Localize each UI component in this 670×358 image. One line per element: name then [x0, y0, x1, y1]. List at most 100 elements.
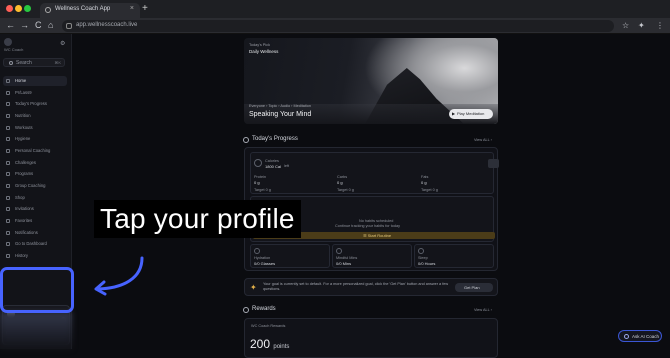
macro-value: 0 g — [421, 180, 427, 185]
tutorial-tooltip: Tap your profile — [94, 200, 301, 238]
search-placeholder: Search — [16, 60, 32, 66]
nav-item-icon — [6, 242, 10, 246]
bell-icon[interactable]: ⚙ — [60, 40, 65, 47]
search-icon — [9, 61, 13, 65]
progress-icon — [243, 137, 249, 143]
url-text: app.wellnesscoach.live — [76, 22, 138, 28]
site-info-icon[interactable] — [66, 23, 72, 29]
sidebar-item-challenges[interactable]: Challenges — [3, 158, 67, 168]
new-tab-button[interactable]: + — [142, 3, 148, 14]
habit-hint: Continue tracking your habits for today — [335, 224, 401, 228]
extensions-icon[interactable]: ✦ — [638, 21, 645, 30]
sidebar-item-label: Pr/Lass9 — [15, 90, 32, 95]
sidebar-item-label: Notifications — [15, 230, 38, 235]
sidebar-item-label: Home — [15, 78, 27, 83]
sidebar-item-history[interactable]: History — [3, 251, 67, 261]
nav-item-icon — [6, 91, 10, 95]
back-button[interactable]: ← — [6, 20, 15, 30]
tab-close-button[interactable]: × — [130, 5, 134, 12]
progress-view-all-link[interactable]: View ALL › — [474, 138, 492, 142]
nav-item-icon — [6, 161, 10, 165]
sparkle-icon — [624, 334, 629, 339]
nav-item-icon — [6, 207, 10, 211]
calories-ring — [254, 159, 262, 167]
mindful-icon — [336, 248, 342, 254]
stat-value: 0/0 Mins — [336, 261, 352, 266]
close-window-button[interactable] — [6, 5, 13, 12]
maximize-window-button[interactable] — [24, 5, 31, 12]
mindful-stat[interactable]: Mindful Mins 0/0 Mins — [332, 244, 412, 268]
play-icon: ▶ — [452, 111, 456, 116]
nav-item-icon — [6, 231, 10, 235]
points-unit: points — [273, 344, 290, 350]
rewards-card[interactable]: WC Coach Rewards 200 points — [244, 318, 498, 358]
nav-item-icon — [6, 254, 10, 258]
app-logo[interactable] — [4, 38, 12, 46]
sidebar-item-label: Favorites — [15, 218, 33, 223]
calories-suffix: left — [284, 164, 290, 168]
get-plan-button[interactable]: Get Plan — [455, 283, 493, 292]
ask-ai-coach-button[interactable]: Ask AI Coach — [618, 330, 662, 342]
nav-item-icon — [6, 79, 10, 83]
profile-highlight — [0, 267, 74, 313]
progress-section-title: Today's Progress — [252, 136, 298, 142]
sidebar-item-programs[interactable]: Programs — [3, 169, 67, 179]
search-input[interactable]: Search ⌘K — [3, 58, 65, 67]
tab-title: Wellness Coach App — [55, 6, 111, 12]
nav-item-icon — [6, 114, 10, 118]
reload-button[interactable]: C — [35, 20, 42, 30]
nav-item-icon — [6, 102, 10, 106]
breadcrumb: Everyone › Topic › Audio › Meditation — [249, 104, 311, 108]
sidebar-item-today-s-progress[interactable]: Today's Progress — [3, 99, 67, 109]
hydration-stat[interactable]: Hydration 0/0 Glasses — [250, 244, 330, 268]
brand-name: WC Coach — [4, 47, 24, 52]
macro-value: 0 g — [337, 180, 343, 185]
sidebar-item-go-to-dashboard[interactable]: Go to Dashboard — [3, 239, 67, 249]
globe-icon — [45, 7, 51, 13]
rewards-view-all-link[interactable]: View ALL › — [474, 308, 492, 312]
nav-item-icon — [6, 137, 10, 141]
sidebar-item-pr-lass9[interactable]: Pr/Lass9 — [3, 88, 67, 98]
get-plan-label: Get Plan — [464, 285, 480, 290]
macro-label: Protein — [254, 175, 267, 179]
sidebar-item-label: Hygiene — [15, 136, 31, 141]
nav-item-icon — [6, 126, 10, 130]
featured-meditation-card[interactable]: Today's Pick Daily Wellness Everyone › T… — [244, 38, 498, 124]
nav-item-icon — [6, 149, 10, 153]
bookmark-star-icon[interactable]: ☆ — [622, 21, 629, 30]
sidebar-item-home[interactable]: Home — [3, 76, 67, 86]
rewards-section-title: Rewards — [252, 306, 276, 312]
sidebar-item-favorites[interactable]: Favorites — [3, 216, 67, 226]
sleep-stat[interactable]: Sleep 0/0 Hours — [414, 244, 494, 268]
nutrition-summary[interactable]: Calories 1800 Cal left Protein 0 g Targe… — [250, 152, 499, 194]
sidebar-item-label: Invitations — [15, 206, 34, 211]
browser-tab[interactable]: Wellness Coach App × — [40, 3, 140, 18]
sidebar-item-label: Shop — [15, 195, 25, 200]
sidebar-item-invitations[interactable]: Invitations — [3, 204, 67, 214]
home-button[interactable]: ⌂ — [48, 20, 53, 30]
rewards-label: WC Coach Rewards — [251, 324, 286, 328]
sidebar-item-nutrition[interactable]: Nutrition — [3, 111, 67, 121]
nav-item-icon — [6, 196, 10, 200]
camera-button[interactable] — [488, 159, 499, 168]
forward-button[interactable]: → — [20, 20, 29, 30]
sidebar-item-hygiene[interactable]: Hygiene — [3, 134, 67, 144]
hero-tag: Daily Wellness — [249, 49, 279, 54]
tutorial-text: Tap your profile — [100, 203, 295, 234]
sidebar-item-label: Challenges — [15, 160, 36, 165]
sidebar-item-workouts[interactable]: Workouts — [3, 123, 67, 133]
browser-menu-icon[interactable]: ⋮ — [656, 21, 664, 30]
nav-item-icon — [6, 172, 10, 176]
play-meditation-button[interactable]: ▶ Play Meditation — [449, 109, 493, 119]
hero-title: Speaking Your Mind — [249, 111, 312, 118]
stat-value: 0/0 Glasses — [254, 261, 276, 266]
sidebar-item-notifications[interactable]: Notifications — [3, 228, 67, 238]
sidebar-item-shop[interactable]: Shop — [3, 193, 67, 203]
sidebar-item-label: Group Coaching — [15, 183, 46, 188]
sidebar-item-personal-coaching[interactable]: Personal Coaching — [3, 146, 67, 156]
url-field[interactable]: app.wellnesscoach.live — [62, 20, 614, 32]
sidebar-item-group-coaching[interactable]: Group Coaching — [3, 181, 67, 191]
hero-kicker: Today's Pick — [249, 43, 270, 47]
trophy-icon: ✦ — [250, 283, 257, 292]
minimize-window-button[interactable] — [15, 5, 22, 12]
